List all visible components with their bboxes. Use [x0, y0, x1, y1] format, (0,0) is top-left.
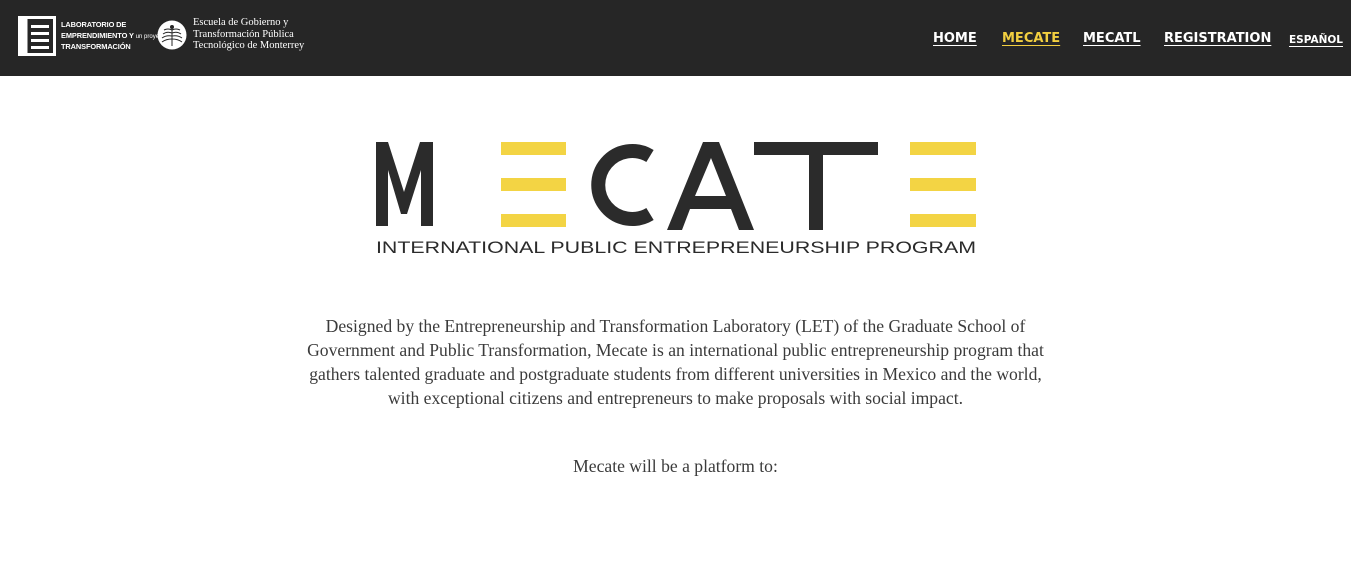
tec-logo-line: Escuela de Gobierno y [193, 17, 289, 28]
tec-seal-icon[interactable] [157, 20, 187, 50]
mecate-logo-letter-a [667, 142, 754, 230]
let-logo-line: EMPRENDIMIENTO Y [61, 30, 134, 40]
mecate-logo-letter-t [754, 142, 878, 230]
mecate-logo: INTERNATIONAL PUBLIC ENTREPRENEURSHIP PR… [376, 142, 976, 257]
nav-registration-link[interactable]: REGISTRATION [1164, 31, 1271, 51]
document-lines-icon[interactable] [18, 16, 56, 56]
mecate-logo-letter-e-2 [910, 142, 976, 227]
platform-intro: Mecate will be a platform to: [573, 456, 778, 476]
nav-mecate-link[interactable]: MECATE [1002, 31, 1060, 51]
mecate-logo-tagline: INTERNATIONAL PUBLIC ENTREPRENEURSHIP PR… [376, 238, 976, 257]
mecate-logo-letter-e [501, 142, 566, 227]
program-description: Designed by the Entrepreneurship and Tra… [307, 316, 1044, 408]
tec-logo-line: Tecnológico de Monterrey [193, 40, 305, 52]
mecate-logo-letter-m [376, 142, 433, 226]
top-navigation-bar: LABORATORIO DE EMPRENDIMIENTO Y un proye… [0, 0, 1351, 76]
nav-home-link[interactable]: HOME [933, 31, 977, 51]
nav-mecatl-link[interactable]: MECATL [1083, 31, 1141, 51]
tec-logo-line: Transformación Pública [193, 28, 294, 40]
mecate-logo-letter-c [591, 144, 654, 226]
language-switch-link[interactable]: ESPAÑOL [1289, 34, 1343, 54]
tec-logo-text[interactable]: Escuela de Gobierno y Transformación Púb… [193, 17, 304, 52]
